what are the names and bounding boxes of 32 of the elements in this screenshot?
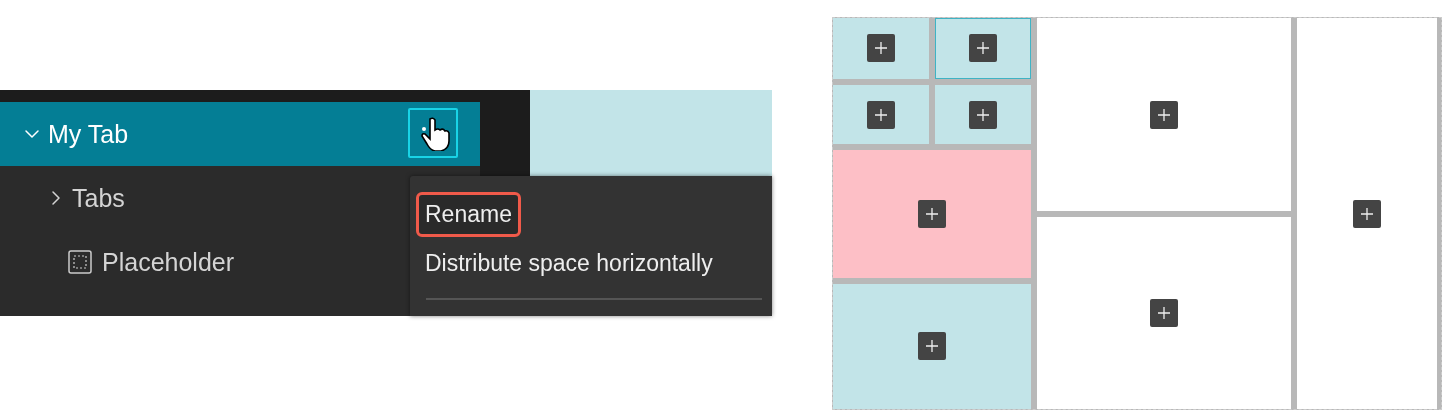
layout-cell[interactable] xyxy=(935,84,1031,145)
layout-cell[interactable] xyxy=(833,18,929,79)
layout-cell[interactable] xyxy=(833,150,1031,278)
layout-cell[interactable] xyxy=(833,84,929,145)
menu-item[interactable]: Distribute space horizontally xyxy=(416,241,722,286)
plus-icon xyxy=(925,207,939,221)
add-button[interactable] xyxy=(969,100,997,129)
add-button[interactable] xyxy=(969,34,997,63)
plus-icon xyxy=(976,41,990,56)
plus-icon xyxy=(874,41,888,56)
layout-cell[interactable] xyxy=(833,283,1031,409)
plus-icon xyxy=(976,107,990,122)
add-button[interactable] xyxy=(918,200,946,228)
plus-icon xyxy=(1360,206,1374,221)
add-button[interactable] xyxy=(1150,100,1178,129)
plus-icon xyxy=(1157,107,1171,122)
dotted-square-icon xyxy=(68,250,92,274)
layout-cell[interactable] xyxy=(1037,217,1291,409)
add-button[interactable] xyxy=(867,100,895,129)
add-button[interactable] xyxy=(867,34,895,63)
plus-icon xyxy=(1157,306,1171,320)
add-button[interactable] xyxy=(1150,299,1178,327)
add-button[interactable] xyxy=(1353,199,1381,228)
menu-item[interactable]: Rename xyxy=(416,192,521,237)
tree-item[interactable]: My Tab xyxy=(0,102,480,166)
plus-icon xyxy=(874,107,888,122)
layout-cell[interactable] xyxy=(935,18,1031,79)
add-button[interactable] xyxy=(918,332,946,361)
layout-cell[interactable] xyxy=(1297,18,1437,409)
plus-icon xyxy=(925,339,939,354)
more-button[interactable] xyxy=(408,108,458,158)
layout-cell[interactable] xyxy=(1037,18,1291,211)
